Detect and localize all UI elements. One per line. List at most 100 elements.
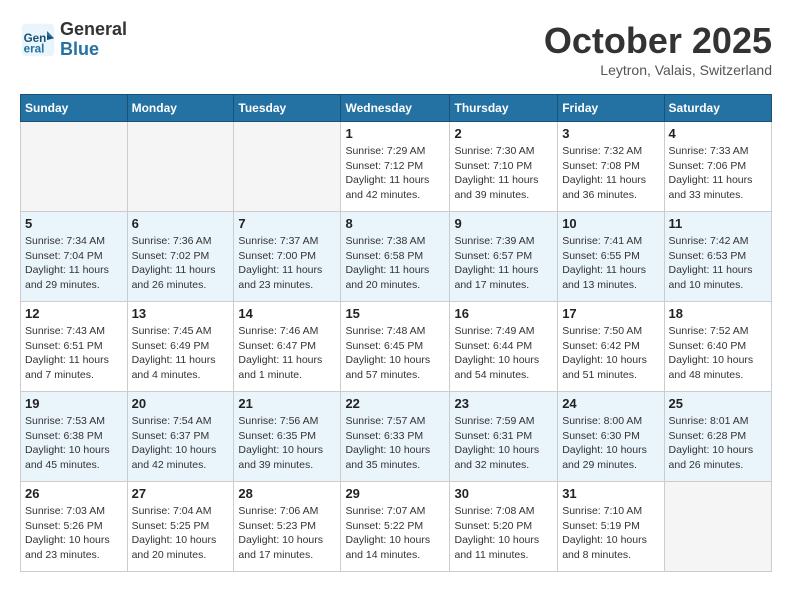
weekday-header: Monday <box>127 95 234 122</box>
weekday-header: Thursday <box>450 95 558 122</box>
day-info: Sunrise: 7:34 AM Sunset: 7:04 PM Dayligh… <box>25 234 123 293</box>
calendar-cell: 18 Sunrise: 7:52 AM Sunset: 6:40 PM Dayli… <box>664 302 771 392</box>
calendar-cell: 28Sunrise: 7:06 AM Sunset: 5:23 PM Dayli… <box>234 482 341 572</box>
day-number: 16 <box>454 306 553 321</box>
day-number: 7 <box>238 216 336 231</box>
weekday-header: Wednesday <box>341 95 450 122</box>
day-number: 25 <box>669 396 767 411</box>
day-info: Sunrise: 7:08 AM Sunset: 5:20 PM Dayligh… <box>454 504 553 563</box>
weekday-header-row: SundayMondayTuesdayWednesdayThursdayFrid… <box>21 95 772 122</box>
calendar-cell: 5Sunrise: 7:34 AM Sunset: 7:04 PM Daylig… <box>21 212 128 302</box>
day-info: Sunrise: 7:32 AM Sunset: 7:08 PM Dayligh… <box>562 144 659 203</box>
logo-text: General Blue <box>60 20 127 60</box>
day-number: 12 <box>25 306 123 321</box>
calendar-week-row: 19 Sunrise: 7:53 AM Sunset: 6:38 PM Dayli… <box>21 392 772 482</box>
day-number: 15 <box>345 306 445 321</box>
calendar-cell: 9 Sunrise: 7:39 AM Sunset: 6:57 PM Daylig… <box>450 212 558 302</box>
calendar-cell: 22Sunrise: 7:57 AM Sunset: 6:33 PM Dayli… <box>341 392 450 482</box>
day-number: 2 <box>454 126 553 141</box>
day-number: 27 <box>132 486 230 501</box>
day-info: Sunrise: 8:00 AM Sunset: 6:30 PM Dayligh… <box>562 414 659 473</box>
calendar-cell: 20 Sunrise: 7:54 AM Sunset: 6:37 PM Dayli… <box>127 392 234 482</box>
day-info: Sunrise: 7:39 AM Sunset: 6:57 PM Dayligh… <box>454 234 553 293</box>
calendar-cell <box>21 122 128 212</box>
day-info: Sunrise: 7:46 AM Sunset: 6:47 PM Dayligh… <box>238 324 336 383</box>
day-info: Sunrise: 7:36 AM Sunset: 7:02 PM Dayligh… <box>132 234 230 293</box>
calendar-cell: 24 Sunrise: 8:00 AM Sunset: 6:30 PM Dayli… <box>558 392 664 482</box>
calendar-cell: 29Sunrise: 7:07 AM Sunset: 5:22 PM Dayli… <box>341 482 450 572</box>
day-number: 22 <box>345 396 445 411</box>
day-info: Sunrise: 8:01 AM Sunset: 6:28 PM Dayligh… <box>669 414 767 473</box>
calendar-cell: 2Sunrise: 7:30 AM Sunset: 7:10 PM Daylig… <box>450 122 558 212</box>
calendar-cell: 14 Sunrise: 7:46 AM Sunset: 6:47 PM Dayli… <box>234 302 341 392</box>
day-number: 6 <box>132 216 230 231</box>
calendar-cell <box>234 122 341 212</box>
svg-text:eral: eral <box>24 42 45 55</box>
logo-line1: General <box>60 20 127 40</box>
logo-icon: Gen eral <box>20 22 56 58</box>
day-info: Sunrise: 7:41 AM Sunset: 6:55 PM Dayligh… <box>562 234 659 293</box>
calendar-cell: 21 Sunrise: 7:56 AM Sunset: 6:35 PM Dayli… <box>234 392 341 482</box>
day-number: 24 <box>562 396 659 411</box>
day-info: Sunrise: 7:52 AM Sunset: 6:40 PM Dayligh… <box>669 324 767 383</box>
day-number: 20 <box>132 396 230 411</box>
day-info: Sunrise: 7:43 AM Sunset: 6:51 PM Dayligh… <box>25 324 123 383</box>
day-number: 21 <box>238 396 336 411</box>
calendar-cell: 31 Sunrise: 7:10 AM Sunset: 5:19 PM Dayli… <box>558 482 664 572</box>
day-info: Sunrise: 7:29 AM Sunset: 7:12 PM Dayligh… <box>345 144 445 203</box>
day-info: Sunrise: 7:33 AM Sunset: 7:06 PM Dayligh… <box>669 144 767 203</box>
day-info: Sunrise: 7:45 AM Sunset: 6:49 PM Dayligh… <box>132 324 230 383</box>
day-number: 4 <box>669 126 767 141</box>
day-number: 1 <box>345 126 445 141</box>
weekday-header: Sunday <box>21 95 128 122</box>
calendar-cell: 23 Sunrise: 7:59 AM Sunset: 6:31 PM Dayli… <box>450 392 558 482</box>
logo: Gen eral General Blue <box>20 20 127 60</box>
day-info: Sunrise: 7:10 AM Sunset: 5:19 PM Dayligh… <box>562 504 659 563</box>
weekday-header: Tuesday <box>234 95 341 122</box>
calendar-week-row: 5Sunrise: 7:34 AM Sunset: 7:04 PM Daylig… <box>21 212 772 302</box>
calendar-cell: 16 Sunrise: 7:49 AM Sunset: 6:44 PM Dayli… <box>450 302 558 392</box>
calendar-cell: 30 Sunrise: 7:08 AM Sunset: 5:20 PM Dayli… <box>450 482 558 572</box>
calendar-cell: 17Sunrise: 7:50 AM Sunset: 6:42 PM Dayli… <box>558 302 664 392</box>
calendar-cell: 3 Sunrise: 7:32 AM Sunset: 7:08 PM Daylig… <box>558 122 664 212</box>
calendar-cell: 4 Sunrise: 7:33 AM Sunset: 7:06 PM Daylig… <box>664 122 771 212</box>
day-number: 8 <box>345 216 445 231</box>
calendar-cell: 10Sunrise: 7:41 AM Sunset: 6:55 PM Dayli… <box>558 212 664 302</box>
calendar-cell: 15 Sunrise: 7:48 AM Sunset: 6:45 PM Dayli… <box>341 302 450 392</box>
page-header: Gen eral General Blue October 2025 Leytr… <box>20 20 772 78</box>
calendar-cell: 26 Sunrise: 7:03 AM Sunset: 5:26 PM Dayli… <box>21 482 128 572</box>
day-number: 9 <box>454 216 553 231</box>
day-number: 31 <box>562 486 659 501</box>
day-number: 18 <box>669 306 767 321</box>
calendar-week-row: 26 Sunrise: 7:03 AM Sunset: 5:26 PM Dayli… <box>21 482 772 572</box>
day-info: Sunrise: 7:59 AM Sunset: 6:31 PM Dayligh… <box>454 414 553 473</box>
day-number: 3 <box>562 126 659 141</box>
day-info: Sunrise: 7:53 AM Sunset: 6:38 PM Dayligh… <box>25 414 123 473</box>
title-block: October 2025 Leytron, Valais, Switzerlan… <box>544 20 772 78</box>
day-info: Sunrise: 7:06 AM Sunset: 5:23 PM Dayligh… <box>238 504 336 563</box>
day-info: Sunrise: 7:48 AM Sunset: 6:45 PM Dayligh… <box>345 324 445 383</box>
calendar-week-row: 12 Sunrise: 7:43 AM Sunset: 6:51 PM Dayli… <box>21 302 772 392</box>
month-title: October 2025 <box>544 20 772 62</box>
weekday-header: Saturday <box>664 95 771 122</box>
day-number: 23 <box>454 396 553 411</box>
calendar-cell: 7Sunrise: 7:37 AM Sunset: 7:00 PM Daylig… <box>234 212 341 302</box>
calendar-week-row: 1 Sunrise: 7:29 AM Sunset: 7:12 PM Daylig… <box>21 122 772 212</box>
day-info: Sunrise: 7:03 AM Sunset: 5:26 PM Dayligh… <box>25 504 123 563</box>
day-number: 29 <box>345 486 445 501</box>
day-number: 30 <box>454 486 553 501</box>
logo-line2: Blue <box>60 40 127 60</box>
day-number: 14 <box>238 306 336 321</box>
calendar-cell: 6 Sunrise: 7:36 AM Sunset: 7:02 PM Daylig… <box>127 212 234 302</box>
calendar-cell: 19 Sunrise: 7:53 AM Sunset: 6:38 PM Dayli… <box>21 392 128 482</box>
day-info: Sunrise: 7:38 AM Sunset: 6:58 PM Dayligh… <box>345 234 445 293</box>
day-info: Sunrise: 7:49 AM Sunset: 6:44 PM Dayligh… <box>454 324 553 383</box>
day-number: 19 <box>25 396 123 411</box>
day-number: 13 <box>132 306 230 321</box>
day-info: Sunrise: 7:56 AM Sunset: 6:35 PM Dayligh… <box>238 414 336 473</box>
calendar-cell: 11Sunrise: 7:42 AM Sunset: 6:53 PM Dayli… <box>664 212 771 302</box>
calendar-cell: 8 Sunrise: 7:38 AM Sunset: 6:58 PM Daylig… <box>341 212 450 302</box>
day-info: Sunrise: 7:54 AM Sunset: 6:37 PM Dayligh… <box>132 414 230 473</box>
day-number: 26 <box>25 486 123 501</box>
day-number: 11 <box>669 216 767 231</box>
